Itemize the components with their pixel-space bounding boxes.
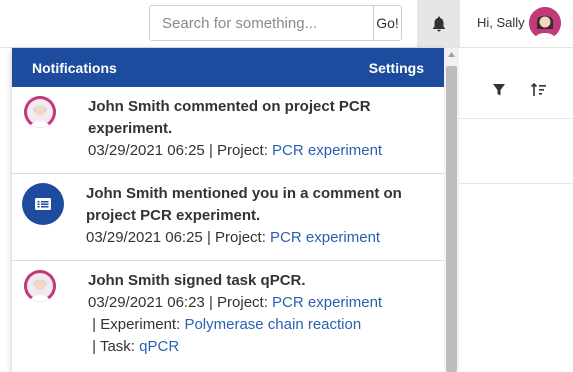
meta-separator: | Project: [204, 294, 273, 311]
notification-body: John Smith mentioned you in a comment on… [86, 183, 432, 260]
notification-title: John Smith signed task qPCR. [88, 272, 306, 289]
notification-item[interactable]: John Smith commented on project PCR expe… [12, 87, 444, 174]
project-link[interactable]: PCR experiment [272, 142, 382, 159]
app-screen: Go! Hi, Sally Notificatio [0, 0, 573, 372]
scrollbar-thumb[interactable] [446, 66, 457, 372]
search-form: Go! [149, 5, 402, 41]
notifications-settings-link[interactable]: Settings [369, 60, 424, 76]
user-avatar [24, 270, 56, 302]
search-input[interactable] [150, 6, 373, 40]
chevron-up-icon [448, 52, 455, 57]
notifications-button[interactable] [417, 0, 460, 48]
notification-item[interactable]: John Smith signed task qPCR. 03/29/2021 … [12, 261, 444, 372]
notifications-header: Notifications Settings [12, 48, 444, 87]
notification-item[interactable]: John Smith mentioned you in a comment on… [12, 174, 444, 261]
meta-separator: | Project: [204, 142, 273, 159]
notification-meta: 03/29/2021 06:25 | Project: PCR experime… [88, 140, 432, 162]
user-avatar [24, 96, 56, 128]
notification-datetime: 03/29/2021 06:25 [88, 142, 205, 159]
meta-separator: | Project: [202, 229, 271, 246]
top-bar: Go! Hi, Sally [0, 0, 573, 48]
user-greeting[interactable]: Hi, Sally [477, 15, 525, 30]
project-link[interactable]: PCR experiment [272, 294, 382, 311]
notifications-dropdown: Notifications Settings John Smith commen… [12, 48, 444, 372]
experiment-link[interactable]: Polymerase chain reaction [184, 316, 361, 333]
project-link[interactable]: PCR experiment [270, 229, 380, 246]
comment-icon [35, 198, 51, 210]
bell-icon [432, 16, 445, 32]
meta-separator: | Experiment: [88, 316, 185, 333]
user-avatar[interactable] [529, 7, 561, 39]
avatar-image [24, 270, 56, 302]
search-go-button[interactable]: Go! [373, 6, 401, 40]
sort-icon[interactable] [531, 83, 547, 97]
notifications-title: Notifications [32, 59, 117, 76]
avatar-image [529, 7, 561, 39]
notification-body: John Smith commented on project PCR expe… [88, 96, 432, 173]
notification-title: John Smith commented on project PCR expe… [88, 98, 371, 137]
notifications-scrollbar[interactable] [444, 48, 459, 372]
avatar-image [24, 96, 56, 128]
notification-body: John Smith signed task qPCR. 03/29/2021 … [88, 270, 432, 372]
notification-datetime: 03/29/2021 06:25 [86, 229, 203, 246]
notification-datetime: 03/29/2021 06:23 [88, 294, 205, 311]
divider [456, 118, 573, 119]
scroll-up-arrow[interactable] [444, 52, 459, 62]
comment-icon [22, 183, 64, 225]
notification-meta: 03/29/2021 06:25 | Project: PCR experime… [86, 227, 432, 249]
meta-separator: | Task: [88, 338, 140, 355]
filter-icon[interactable] [492, 83, 506, 97]
divider [456, 183, 573, 184]
notification-title: John Smith mentioned you in a comment on… [86, 185, 402, 224]
task-link[interactable]: qPCR [139, 338, 179, 355]
notification-meta: 03/29/2021 06:23 | Project: PCR experime… [88, 292, 432, 358]
